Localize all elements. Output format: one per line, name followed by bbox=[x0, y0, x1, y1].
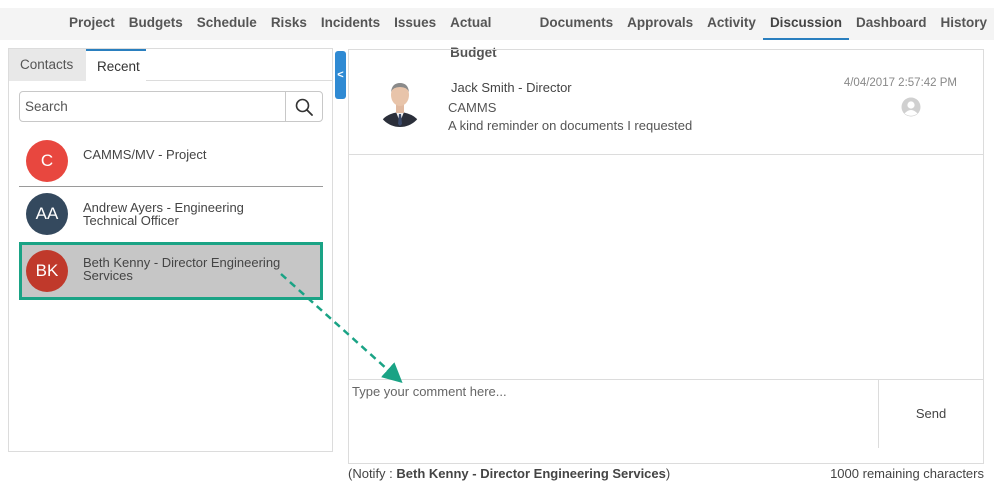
collapse-panel-button[interactable]: < bbox=[335, 51, 346, 99]
nav-tabs: Project Budgets Schedule Risks Incidents… bbox=[62, 8, 994, 60]
search-input[interactable] bbox=[20, 92, 285, 121]
tab-history[interactable]: History bbox=[933, 8, 994, 40]
tab-schedule[interactable]: Schedule bbox=[190, 8, 264, 40]
contact-item-andrew-ayers[interactable]: AA Andrew Ayers - Engineering Technical … bbox=[19, 188, 323, 240]
send-button[interactable]: Send bbox=[878, 380, 983, 448]
tab-recent[interactable]: Recent bbox=[86, 49, 146, 82]
comment-input[interactable] bbox=[349, 380, 878, 448]
contacts-panel-tabs: Contacts Recent bbox=[9, 49, 332, 82]
user-icon[interactable] bbox=[901, 97, 921, 117]
notify-suffix: ) bbox=[665, 466, 671, 481]
contact-name-line2: Services bbox=[83, 268, 133, 283]
notify-prefix: (Notify : bbox=[348, 466, 397, 481]
tab-incidents[interactable]: Incidents bbox=[314, 8, 387, 40]
contact-name: Beth Kenny - Director Engineering Servic… bbox=[83, 256, 283, 282]
avatar: BK bbox=[26, 250, 68, 292]
notify-text: (Notify : Beth Kenny - Director Engineer… bbox=[348, 466, 670, 481]
tab-discussion[interactable]: Discussion bbox=[762, 8, 849, 40]
tab-activity[interactable]: Activity bbox=[700, 8, 763, 40]
tab-documents[interactable]: Documents bbox=[533, 8, 621, 40]
tab-dashboard[interactable]: Dashboard bbox=[849, 8, 934, 40]
tab-approvals[interactable]: Approvals bbox=[620, 8, 700, 40]
avatar: C bbox=[26, 140, 68, 182]
contacts-panel: Contacts Recent C CAMMS/MV - Project AA … bbox=[8, 48, 333, 452]
tab-issues[interactable]: Issues bbox=[387, 8, 443, 40]
contact-name: CAMMS/MV - Project bbox=[83, 147, 207, 162]
avatar: AA bbox=[26, 193, 68, 235]
message-org: CAMMS bbox=[448, 100, 497, 115]
contact-name: Andrew Ayers - Engineering Technical Off… bbox=[83, 201, 283, 227]
remaining-characters: 1000 remaining characters bbox=[830, 466, 984, 481]
author-photo bbox=[377, 81, 423, 127]
search-icon bbox=[295, 98, 313, 116]
tab-risks[interactable]: Risks bbox=[264, 8, 314, 40]
tab-contacts[interactable]: Contacts bbox=[9, 49, 86, 81]
message-author: Jack Smith - Director bbox=[451, 80, 572, 95]
tab-project[interactable]: Project bbox=[62, 8, 122, 40]
top-navigation: Project Budgets Schedule Risks Incidents… bbox=[0, 8, 994, 60]
message-timestamp: 4/04/2017 2:57:42 PM bbox=[843, 77, 957, 89]
tab-budgets[interactable]: Budgets bbox=[122, 8, 190, 40]
message-text: A kind reminder on documents I requested bbox=[448, 118, 693, 133]
comment-composer: Send bbox=[349, 379, 983, 449]
contact-item-camms[interactable]: C CAMMS/MV - Project bbox=[19, 135, 323, 187]
contact-item-beth-kenny-selected[interactable]: BK Beth Kenny - Director Engineering Ser… bbox=[19, 242, 323, 300]
message-item: Jack Smith - Director CAMMS A kind remin… bbox=[349, 50, 983, 155]
discussion-panel: Jack Smith - Director CAMMS A kind remin… bbox=[348, 49, 984, 464]
notify-name: Beth Kenny - Director Engineering Servic… bbox=[396, 466, 666, 481]
search-box bbox=[19, 91, 323, 122]
tab-actual-budget[interactable]: Actual Budget bbox=[443, 8, 532, 60]
search-button[interactable] bbox=[285, 92, 322, 121]
contact-name-line2: Technical Officer bbox=[83, 213, 179, 228]
